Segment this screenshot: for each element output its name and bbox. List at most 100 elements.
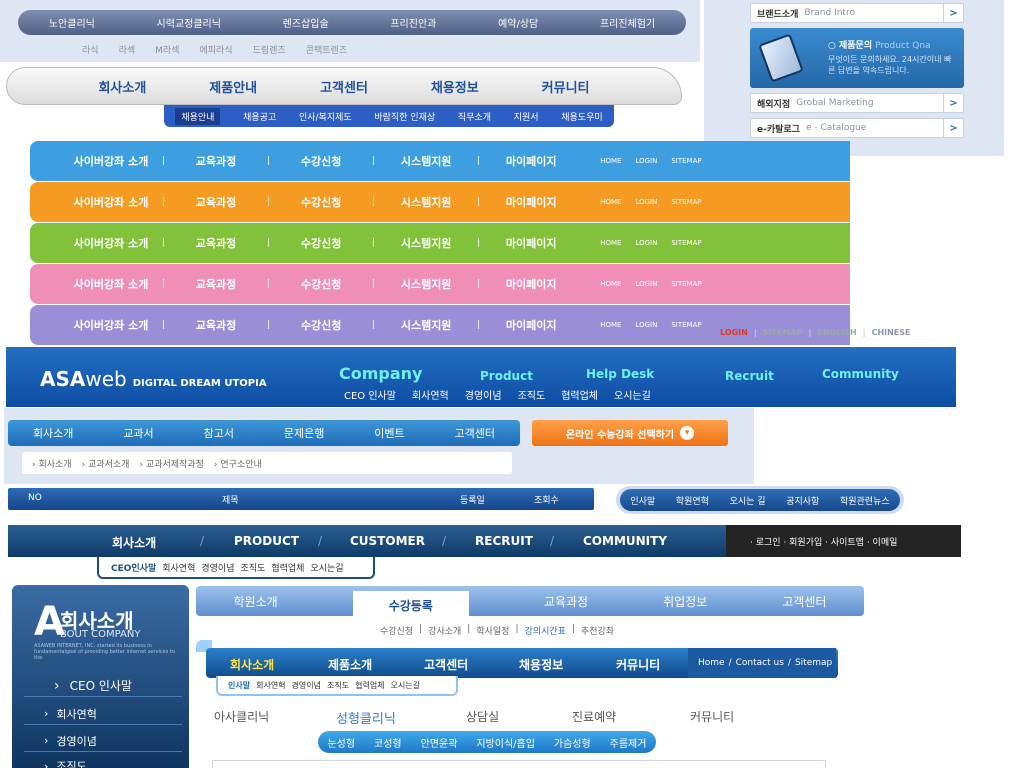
- course-nav-item[interactable]: 시스템지원: [377, 153, 475, 169]
- clinic-nav-item[interactable]: 노안클리닉: [49, 15, 95, 30]
- col-date[interactable]: 등록일: [460, 493, 485, 506]
- nav-item[interactable]: 커뮤니티: [616, 656, 660, 673]
- course-nav-item[interactable]: 교육과정: [167, 194, 265, 210]
- textbook-sub-item[interactable]: › 연구소안내: [214, 457, 262, 470]
- login-link[interactable]: LOGIN: [720, 328, 748, 340]
- course-util-link[interactable]: HOME: [600, 280, 621, 288]
- clinic-sub-item[interactable]: 에피라식: [199, 43, 232, 56]
- academy-nav-item[interactable]: 학원연혁: [676, 494, 709, 507]
- sub-item[interactable]: 회사연혁: [256, 680, 285, 691]
- clinic-sub-item[interactable]: 안면윤곽: [421, 735, 458, 750]
- textbook-sub-item[interactable]: › 회사소개: [32, 457, 72, 470]
- nav-customer[interactable]: CUSTOMER: [350, 534, 425, 548]
- academy-sub-item[interactable]: 강사소개: [428, 624, 461, 637]
- course-nav-item[interactable]: 교육과정: [167, 317, 265, 333]
- recruit-sub-item[interactable]: 바람직한 인재상: [374, 110, 435, 123]
- clinic-nav-item[interactable]: 프리진안과: [390, 15, 436, 30]
- company-nav-item[interactable]: 채용정보: [431, 77, 479, 96]
- clinic-nav-item-active[interactable]: 성형클리닉: [336, 708, 396, 727]
- recruit-sub-item-active[interactable]: 채용안내: [175, 107, 221, 125]
- sub-item-active[interactable]: CEO인사말: [111, 561, 156, 574]
- sub-item[interactable]: 협력업체: [355, 680, 384, 691]
- clinic-sub-item[interactable]: 코성형: [374, 735, 402, 750]
- course-nav-item[interactable]: 마이페이지: [482, 153, 580, 169]
- academy-sub-item[interactable]: 추천강좌: [581, 624, 614, 637]
- asaweb-sub-item[interactable]: 조직도: [518, 387, 546, 402]
- clinic-nav-item[interactable]: 상담실: [466, 708, 499, 725]
- clinic-nav-item[interactable]: 프리진체험기: [600, 15, 655, 30]
- sub-item[interactable]: 오시는길: [310, 561, 343, 574]
- academy-tab[interactable]: 취업정보: [663, 593, 707, 610]
- sub-item[interactable]: 회사연혁: [162, 561, 195, 574]
- academy-sub-item-active[interactable]: 강의시간표: [525, 624, 566, 637]
- asaweb-sub-item[interactable]: 회사연혁: [412, 387, 449, 402]
- product-qna-box[interactable]: ○ 제품문의 Product Qna 무엇이든 문의하세요. 24시간이내 빠른…: [750, 28, 964, 88]
- academy-tab[interactable]: 고객센터: [782, 593, 826, 610]
- sub-item[interactable]: 경영이념: [201, 561, 234, 574]
- sidebar-item-philosophy[interactable]: › 경영이념: [24, 730, 182, 752]
- clinic-sub-item[interactable]: 가슴성형: [554, 735, 591, 750]
- academy-tab[interactable]: 학원소개: [234, 593, 278, 610]
- asaweb-nav-helpdesk[interactable]: Help Desk: [586, 367, 654, 381]
- course-nav-item[interactable]: 마이페이지: [482, 235, 580, 251]
- course-nav-item[interactable]: 수강신청: [272, 317, 370, 333]
- nav-item[interactable]: 고객센터: [424, 656, 468, 673]
- sub-item[interactable]: 경영이념: [292, 680, 321, 691]
- asaweb-sub-item[interactable]: 오시는길: [614, 387, 651, 402]
- course-nav-item[interactable]: 사이버강좌 소개: [62, 235, 160, 251]
- course-util-link[interactable]: HOME: [600, 198, 621, 206]
- sub-item[interactable]: 협력업체: [271, 561, 304, 574]
- global-marketing-link[interactable]: 해외지점 Grobal Marketing >: [750, 93, 964, 113]
- asaweb-nav-community[interactable]: Community: [822, 367, 899, 381]
- company-nav-item[interactable]: 커뮤니티: [542, 77, 590, 96]
- course-util-link[interactable]: SITEMAP: [671, 321, 701, 329]
- recruit-sub-item[interactable]: 지원서: [514, 110, 539, 123]
- course-nav-item[interactable]: 수강신청: [272, 235, 370, 251]
- sidebar-item-history[interactable]: › 회사연혁: [24, 703, 182, 725]
- asaweb-logo[interactable]: ASAweb DIGITAL DREAM UTOPIA: [40, 367, 267, 391]
- clinic-sub-item[interactable]: 드림렌즈: [253, 43, 286, 56]
- textbook-sub-item[interactable]: › 교과서제작과정: [139, 457, 203, 470]
- course-nav-item[interactable]: 교육과정: [167, 276, 265, 292]
- sitemap-link[interactable]: Sitemap: [795, 658, 832, 668]
- asaweb-sub-item[interactable]: CEO 인사말: [344, 387, 396, 402]
- academy-tab[interactable]: 교육과정: [544, 593, 588, 610]
- sub-item[interactable]: 조직도: [241, 561, 266, 574]
- sub-item[interactable]: 조직도: [327, 680, 349, 691]
- course-nav-item[interactable]: 사이버강좌 소개: [62, 153, 160, 169]
- course-nav-item[interactable]: 사이버강좌 소개: [62, 194, 160, 210]
- course-util-link[interactable]: LOGIN: [635, 239, 657, 247]
- utility-links-text[interactable]: · 로그인 · 회원가입 · 사이트맵 · 이메일: [750, 535, 897, 548]
- course-nav-item[interactable]: 수강신청: [272, 276, 370, 292]
- clinic-sub-item[interactable]: 지방이식/흡입: [476, 735, 535, 750]
- academy-nav-item[interactable]: 오시는 길: [730, 494, 766, 507]
- course-nav-item[interactable]: 시스템지원: [377, 194, 475, 210]
- clinic-nav-item[interactable]: 커뮤니티: [690, 708, 734, 725]
- brand-intro-link[interactable]: 브랜드소개 Brand Intro >: [750, 3, 964, 23]
- clinic-nav-item[interactable]: 진료예약: [572, 708, 616, 725]
- clinic-sub-item[interactable]: 라섹: [119, 43, 136, 56]
- chinese-link[interactable]: CHINESE: [872, 328, 911, 340]
- course-nav-item[interactable]: 마이페이지: [482, 276, 580, 292]
- recruit-sub-item[interactable]: 채용도우미: [561, 110, 602, 123]
- textbook-sub-item[interactable]: › 교과서소개: [82, 457, 130, 470]
- textbook-nav-item[interactable]: 이벤트: [374, 425, 404, 441]
- course-util-link[interactable]: LOGIN: [635, 280, 657, 288]
- textbook-nav-item[interactable]: 교과서: [123, 425, 153, 441]
- academy-tab-active[interactable]: 수강등록: [352, 590, 469, 620]
- textbook-nav-item[interactable]: 참고서: [204, 425, 234, 441]
- contact-link[interactable]: Contact us: [736, 658, 784, 668]
- course-nav-item[interactable]: 교육과정: [167, 235, 265, 251]
- course-util-link[interactable]: SITEMAP: [671, 280, 701, 288]
- course-nav-item[interactable]: 교육과정: [167, 153, 265, 169]
- sub-item[interactable]: 오시는길: [391, 680, 420, 691]
- recruit-sub-item[interactable]: 채용공고: [243, 110, 276, 123]
- course-nav-item[interactable]: 수강신청: [272, 194, 370, 210]
- academy-nav-item[interactable]: 인사말: [630, 494, 655, 507]
- course-util-link[interactable]: HOME: [600, 239, 621, 247]
- recruit-sub-item[interactable]: 인사/복지제도: [299, 110, 352, 123]
- nav-item[interactable]: 제품소개: [328, 656, 372, 673]
- recruit-sub-item[interactable]: 직무소개: [458, 110, 491, 123]
- home-link[interactable]: Home: [698, 658, 725, 668]
- textbook-nav-item[interactable]: 문제은행: [284, 425, 324, 441]
